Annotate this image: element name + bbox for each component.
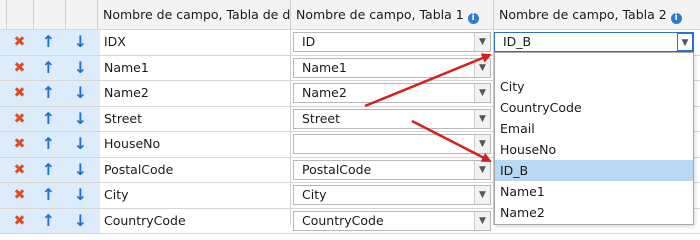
annotation-arrow [364, 53, 492, 108]
annotation-arrow [411, 119, 492, 163]
annotation-arrows [364, 53, 492, 163]
grid-line [0, 233, 700, 234]
